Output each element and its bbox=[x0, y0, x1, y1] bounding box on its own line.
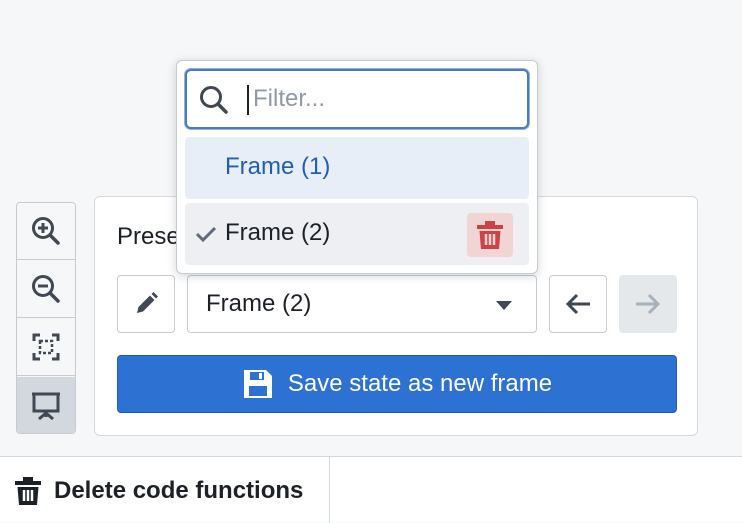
save-state-label: Save state as new frame bbox=[287, 370, 553, 397]
save-state-button[interactable]: Save state as new frame bbox=[117, 355, 677, 413]
checkmark-icon bbox=[195, 226, 217, 243]
presentation-button[interactable] bbox=[17, 377, 75, 433]
delete-code-label: Delete code functions bbox=[54, 477, 304, 504]
delete-code-functions-button[interactable]: Delete code functions bbox=[14, 475, 303, 507]
frame-select[interactable]: Frame (2) bbox=[187, 275, 537, 333]
divider bbox=[329, 457, 330, 523]
panel-title: Prese bbox=[117, 223, 180, 250]
menu-item-label: Frame (1) bbox=[225, 153, 331, 180]
arrow-left-icon bbox=[565, 293, 590, 315]
floppy-disk-icon bbox=[243, 370, 272, 398]
zoom-toolbar bbox=[16, 202, 76, 434]
zoom-out-icon bbox=[32, 275, 60, 303]
frame-select-value: Frame (2) bbox=[206, 290, 312, 317]
pencil-icon bbox=[137, 292, 158, 313]
search-icon bbox=[200, 86, 228, 114]
fit-to-screen-icon bbox=[32, 333, 60, 361]
edit-frame-button[interactable] bbox=[117, 275, 175, 333]
filter-field[interactable] bbox=[185, 69, 529, 129]
previous-frame-button[interactable] bbox=[549, 275, 607, 333]
filter-input[interactable] bbox=[251, 81, 511, 117]
text-cursor bbox=[247, 85, 249, 115]
delete-frame-button[interactable] bbox=[467, 213, 513, 257]
zoom-in-icon bbox=[32, 217, 60, 245]
frame-dropdown: Frame (1) Frame (2) bbox=[176, 60, 538, 274]
menu-item-label: Frame (2) bbox=[225, 219, 331, 246]
zoom-in-button[interactable] bbox=[17, 203, 75, 260]
bottom-bar: Delete code functions bbox=[0, 456, 742, 523]
zoom-out-button[interactable] bbox=[17, 261, 75, 318]
presentation-icon bbox=[32, 392, 60, 420]
trash-icon bbox=[477, 221, 503, 249]
next-frame-button[interactable] bbox=[619, 275, 677, 333]
chevron-down-icon bbox=[496, 301, 512, 310]
fit-to-screen-button[interactable] bbox=[17, 319, 75, 376]
menu-item-frame-2[interactable]: Frame (2) bbox=[185, 203, 529, 265]
menu-item-frame-1[interactable]: Frame (1) bbox=[185, 137, 529, 199]
arrow-right-icon bbox=[636, 293, 661, 315]
trash-icon bbox=[15, 477, 41, 505]
